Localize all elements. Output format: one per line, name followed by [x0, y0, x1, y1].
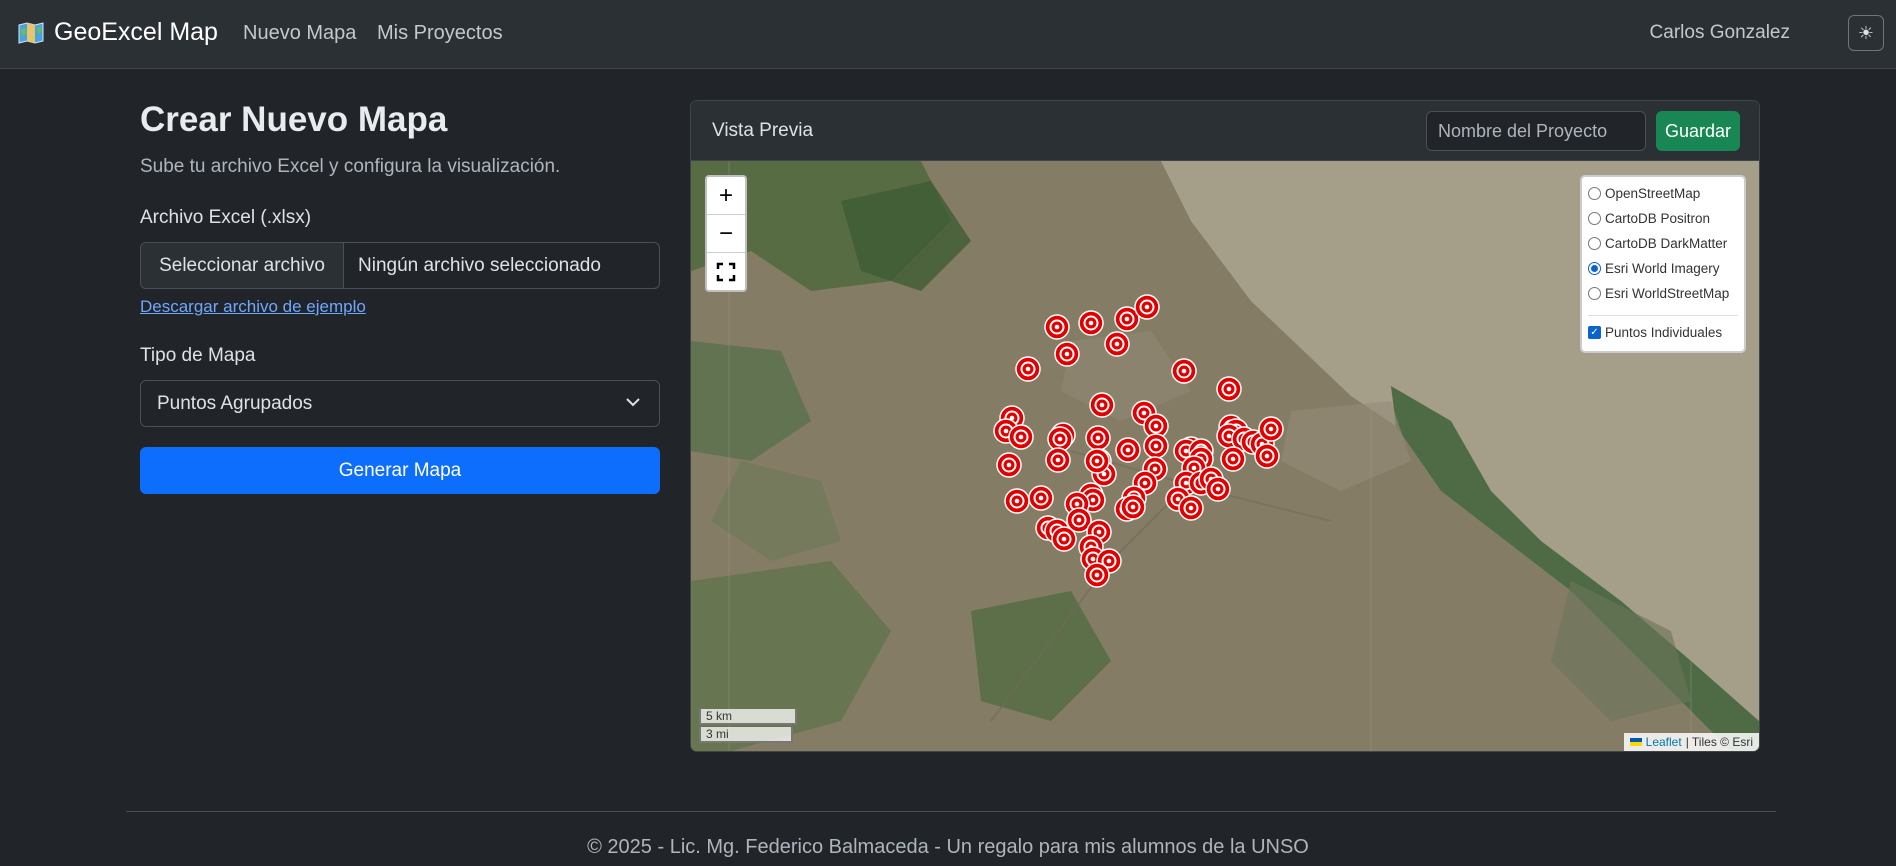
- navbar: GeoExcel Map Nuevo Mapa Mis Proyectos Ca…: [0, 0, 1896, 69]
- map-marker[interactable]: [1051, 526, 1077, 552]
- overlay-option-puntos-individuales[interactable]: ✓ Puntos Individuales: [1588, 325, 1722, 340]
- nav-link-nuevo-mapa[interactable]: Nuevo Mapa: [243, 22, 356, 45]
- project-name-input[interactable]: [1426, 111, 1646, 151]
- nav-link-mis-proyectos[interactable]: Mis Proyectos: [377, 22, 503, 45]
- radio-openstreetmap[interactable]: [1588, 187, 1601, 200]
- map-marker[interactable]: [1078, 310, 1104, 336]
- map-marker[interactable]: [1047, 426, 1073, 452]
- user-name[interactable]: Carlos Gonzalez: [1650, 22, 1790, 44]
- map-marker[interactable]: [1171, 358, 1197, 384]
- map-marker[interactable]: [1115, 437, 1141, 463]
- chevron-down-icon: [626, 398, 640, 407]
- map-marker[interactable]: [1216, 376, 1242, 402]
- map-marker[interactable]: [1085, 425, 1111, 451]
- map-type-label: Tipo de Mapa: [140, 345, 256, 366]
- layer-label: Esri WorldStreetMap: [1605, 286, 1730, 301]
- brand-name: GeoExcel Map: [54, 18, 218, 46]
- layer-option-cartodb-positron[interactable]: CartoDB Positron: [1588, 211, 1710, 226]
- map-marker[interactable]: [1044, 314, 1070, 340]
- map-marker[interactable]: [1015, 356, 1041, 382]
- layer-label: CartoDB DarkMatter: [1605, 236, 1728, 251]
- map-marker[interactable]: [1104, 331, 1130, 357]
- map-marker[interactable]: [1004, 488, 1030, 514]
- attribution-text: | Tiles © Esri: [1685, 735, 1753, 749]
- layer-control: OpenStreetMap CartoDB Positron CartoDB D…: [1580, 175, 1746, 353]
- preview-title: Vista Previa: [712, 120, 814, 141]
- file-label: Archivo Excel (.xlsx): [140, 207, 312, 228]
- radio-cartodb-positron[interactable]: [1588, 212, 1601, 225]
- map-marker[interactable]: [1143, 433, 1169, 459]
- radio-esri-world-imagery[interactable]: [1588, 262, 1601, 275]
- map-marker[interactable]: [1054, 341, 1080, 367]
- radio-cartodb-darkmatter[interactable]: [1588, 237, 1601, 250]
- layer-label: CartoDB Positron: [1605, 211, 1711, 226]
- preview-card: Vista Previa Guardar +: [690, 100, 1760, 752]
- generate-map-button[interactable]: Generar Mapa: [140, 447, 660, 494]
- map-marker[interactable]: [1028, 485, 1054, 511]
- page-subtitle: Sube tu archivo Excel y configura la vis…: [140, 156, 561, 177]
- layer-option-cartodb-darkmatter[interactable]: CartoDB DarkMatter: [1588, 236, 1727, 251]
- zoom-in-button[interactable]: +: [707, 177, 745, 215]
- map-marker[interactable]: [996, 452, 1022, 478]
- layer-option-esri-worldstreetmap[interactable]: Esri WorldStreetMap: [1588, 286, 1729, 301]
- map-marker[interactable]: [1220, 446, 1246, 472]
- save-button[interactable]: Guardar: [1656, 111, 1740, 151]
- layer-divider: [1588, 315, 1738, 316]
- scale-mi: 3 mi: [699, 727, 793, 743]
- scale-km: 5 km: [699, 709, 797, 725]
- map-marker[interactable]: [1089, 392, 1115, 418]
- checkbox-puntos-individuales[interactable]: ✓: [1588, 326, 1601, 339]
- map-marker[interactable]: [1205, 476, 1231, 502]
- radio-esri-worldstreetmap[interactable]: [1588, 287, 1601, 300]
- map-icon: [18, 21, 44, 44]
- map-type-value: Puntos Agrupados: [157, 392, 313, 414]
- layer-option-openstreetmap[interactable]: OpenStreetMap: [1588, 186, 1700, 201]
- sun-icon: ☀: [1857, 22, 1875, 43]
- fullscreen-icon: [716, 262, 736, 281]
- preview-header: Vista Previa Guardar: [691, 101, 1759, 161]
- ukraine-flag-icon: [1629, 738, 1642, 746]
- map-marker[interactable]: [1045, 447, 1071, 473]
- map-marker[interactable]: [1084, 448, 1110, 474]
- footer-divider: [126, 811, 1776, 812]
- map-attribution: Leaflet | Tiles © Esri: [1623, 733, 1759, 751]
- map-marker[interactable]: [1084, 562, 1110, 588]
- leaflet-link[interactable]: Leaflet: [1646, 735, 1682, 749]
- select-file-button[interactable]: Seleccionar archivo: [141, 243, 344, 288]
- map-type-select[interactable]: Puntos Agrupados: [140, 380, 660, 427]
- map-marker[interactable]: [1258, 416, 1284, 442]
- map-marker[interactable]: [1254, 443, 1280, 469]
- file-status: Ningún archivo seleccionado: [358, 254, 601, 276]
- map-view[interactable]: + − OpenStreetMap CartoDB Positron Carto…: [691, 161, 1759, 751]
- zoom-out-button[interactable]: −: [707, 215, 745, 253]
- map-marker[interactable]: [1178, 495, 1204, 521]
- zoom-control: + −: [705, 175, 747, 292]
- footer-text: © 2025 - Lic. Mg. Federico Balmaceda - U…: [587, 836, 1309, 858]
- overlay-label: Puntos Individuales: [1605, 325, 1723, 340]
- download-sample-link[interactable]: Descargar archivo de ejemplo: [140, 297, 366, 317]
- file-input[interactable]: Seleccionar archivo Ningún archivo selec…: [140, 242, 660, 289]
- brand[interactable]: GeoExcel Map: [18, 18, 218, 47]
- theme-toggle-button[interactable]: ☀: [1848, 15, 1884, 51]
- layer-option-esri-world-imagery[interactable]: Esri World Imagery: [1588, 261, 1720, 276]
- fullscreen-button[interactable]: [707, 253, 745, 290]
- map-marker[interactable]: [1134, 294, 1160, 320]
- layer-label: OpenStreetMap: [1605, 186, 1701, 201]
- page-title: Crear Nuevo Mapa: [140, 100, 448, 139]
- map-marker[interactable]: [1008, 424, 1034, 450]
- map-marker[interactable]: [1120, 494, 1146, 520]
- layer-label: Esri World Imagery: [1605, 261, 1720, 276]
